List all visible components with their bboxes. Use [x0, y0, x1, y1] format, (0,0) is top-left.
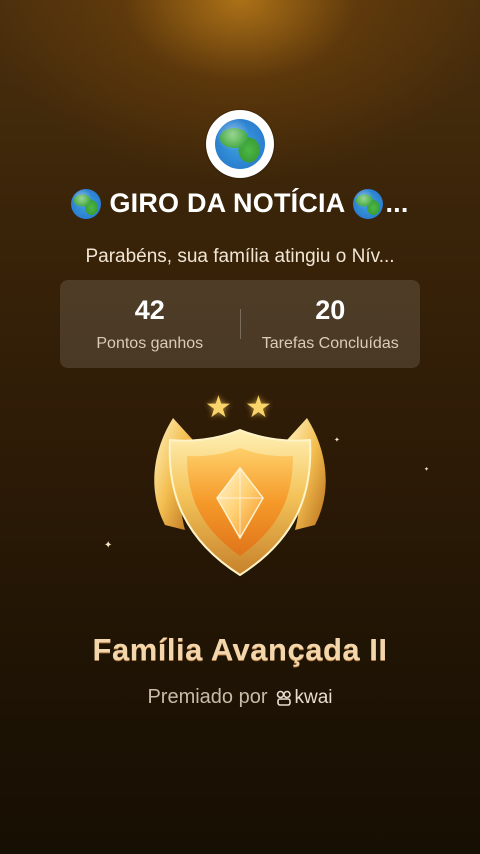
family-title-ellipsis: ... — [385, 188, 409, 218]
family-avatar[interactable] — [206, 110, 274, 178]
stat-points-label: Pontos ganhos — [96, 335, 204, 352]
stat-points: 42 Pontos ganhos — [60, 295, 240, 353]
globe-icon — [71, 188, 102, 219]
globe-icon — [215, 119, 265, 169]
stat-tasks-label: Tarefas Concluídas — [261, 335, 399, 352]
kwai-brand-text: kwai — [294, 686, 333, 708]
award-name: Família Avançada II — [92, 632, 388, 667]
congratulations-text: Parabéns, sua família atingiu o Nív... — [85, 246, 395, 267]
awarded-by-label: Premiado por — [147, 686, 268, 708]
awarded-by: Premiado por kwai — [0, 686, 480, 709]
globe-icon — [353, 188, 384, 219]
stat-tasks-value: 20 — [315, 295, 346, 325]
shield-badge-icon — [154, 418, 326, 577]
stats-panel: 42 Pontos ganhos 20 Tarefas Concluídas — [60, 280, 420, 368]
family-title: GIRO DA NOTÍCIA ... — [0, 188, 480, 219]
kwai-logo: kwai — [276, 687, 333, 709]
stat-points-value: 42 — [134, 295, 165, 325]
kwai-logo-icon — [276, 690, 291, 706]
sparkle-icon: ✦ — [104, 540, 113, 551]
sparkle-icon: ✦ — [424, 467, 430, 473]
stat-tasks: 20 Tarefas Concluídas — [241, 295, 421, 353]
family-title-text: GIRO DA NOTÍCIA — [109, 188, 346, 218]
